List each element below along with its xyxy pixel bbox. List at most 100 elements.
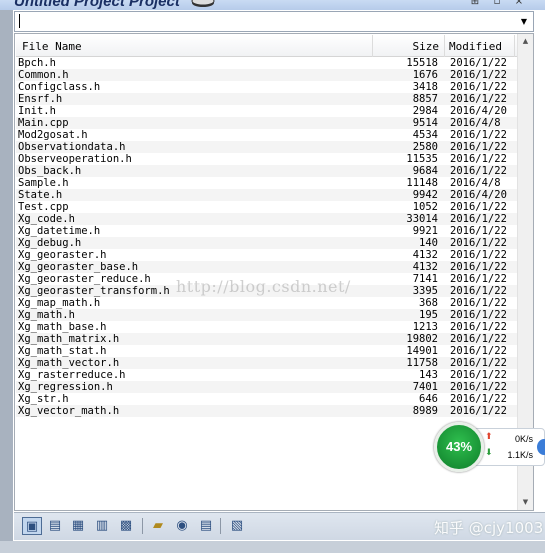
file-size-cell: 19802 xyxy=(406,333,438,345)
watermark: http://blog.csdn.net/ xyxy=(176,277,351,296)
file-modified-cell: 2016/1/22 xyxy=(450,381,507,393)
file-name-cell: Xg_georaster.h xyxy=(18,249,107,261)
percent-badge[interactable]: 43% xyxy=(434,422,484,472)
auto-hide-icon[interactable]: ▫ xyxy=(490,0,504,8)
file-name-cell: Mod2gosat.h xyxy=(18,129,88,141)
file-size-cell: 9684 xyxy=(412,165,438,177)
table-row[interactable]: Xg_datetime.h 9921 2016/1/22 xyxy=(16,225,518,237)
file-modified-cell: 2016/1/22 xyxy=(450,285,507,297)
table-row[interactable]: Xg_debug.h 140 2016/1/22 xyxy=(16,237,518,249)
file-rows: Bpch.h 15518 2016/1/22 Common.h 1676 2016/1/2… xyxy=(16,57,518,417)
scroll-up-icon[interactable]: ▲ xyxy=(518,34,533,49)
file-name-cell: State.h xyxy=(18,189,63,201)
file-modified-cell: 2016/1/22 xyxy=(450,153,507,165)
table-row[interactable]: Xg_georaster_base.h 4132 2016/1/22 xyxy=(16,261,518,273)
table-row[interactable]: Common.h 1676 2016/1/22 xyxy=(16,69,518,81)
table-row[interactable]: Main.cpp 9514 2016/4/8 xyxy=(16,117,518,129)
table-row[interactable]: Xg_math_vector.h 11758 2016/1/22 xyxy=(16,357,518,369)
file-modified-cell: 2016/4/8 xyxy=(450,177,501,189)
pin-icon[interactable]: ⊞ xyxy=(468,0,482,8)
table-row[interactable]: Xg_vector_math.h 8989 2016/1/22 xyxy=(16,405,518,417)
table-row[interactable]: Observationdata.h 2580 2016/1/22 xyxy=(16,141,518,153)
document-icon[interactable]: ▤ xyxy=(196,517,216,535)
credit-watermark: 知乎 @cjy1003 xyxy=(434,519,544,537)
table-row[interactable]: Xg_map_math.h 368 2016/1/22 xyxy=(16,297,518,309)
table-row[interactable]: Xg_math_stat.h 14901 2016/1/22 xyxy=(16,345,518,357)
properties-icon[interactable]: ▧ xyxy=(227,517,247,535)
file-name-cell: Xg_str.h xyxy=(18,393,69,405)
window-title: Untitled Project Project xyxy=(14,0,180,10)
column-header-modified[interactable]: Modified xyxy=(449,40,502,53)
file-size-cell: 1052 xyxy=(412,201,438,213)
table-row[interactable]: Xg_math_base.h 1213 2016/1/22 xyxy=(16,321,518,333)
file-modified-cell: 2016/4/20 xyxy=(450,189,507,201)
table-row[interactable]: Xg_regression.h 7401 2016/1/22 xyxy=(16,381,518,393)
file-size-cell: 4132 xyxy=(412,261,438,273)
table-row[interactable]: Xg_str.h 646 2016/1/22 xyxy=(16,393,518,405)
add-file-icon[interactable]: ◉ xyxy=(172,517,192,535)
table-row[interactable]: State.h 9942 2016/4/20 xyxy=(16,189,518,201)
file-size-cell: 368 xyxy=(419,297,438,309)
download-speed: 1.1K/s xyxy=(507,450,533,460)
table-row[interactable]: Xg_code.h 33014 2016/1/22 xyxy=(16,213,518,225)
file-size-cell: 33014 xyxy=(406,213,438,225)
widget-expand-button[interactable] xyxy=(537,439,545,455)
scroll-down-icon[interactable]: ▼ xyxy=(518,495,533,510)
file-modified-cell: 2016/4/20 xyxy=(450,105,507,117)
file-name-cell: Ensrf.h xyxy=(18,93,63,105)
file-modified-cell: 2016/1/22 xyxy=(450,129,507,141)
list-icon[interactable]: ▤ xyxy=(45,517,65,535)
file-modified-cell: 2016/1/22 xyxy=(450,69,507,81)
table-row[interactable]: Sample.h 11148 2016/4/8 xyxy=(16,177,518,189)
table-row[interactable]: Obs_back.h 9684 2016/1/22 xyxy=(16,165,518,177)
left-frame xyxy=(0,10,13,553)
table-row[interactable]: Xg_georaster.h 4132 2016/1/22 xyxy=(16,249,518,261)
upload-speed: 0K/s xyxy=(514,434,533,444)
table-row[interactable]: Configclass.h 3418 2016/1/22 xyxy=(16,81,518,93)
close-icon[interactable]: × xyxy=(512,0,526,8)
column-separator[interactable] xyxy=(372,35,373,57)
column-separator[interactable] xyxy=(514,35,515,57)
file-size-cell: 8857 xyxy=(412,93,438,105)
table-row[interactable]: Mod2gosat.h 4534 2016/1/22 xyxy=(16,129,518,141)
toolbar-separator xyxy=(220,518,221,534)
file-name-cell: Xg_math.h xyxy=(18,309,75,321)
file-name-cell: Observeoperation.h xyxy=(18,153,132,165)
column-header-size[interactable]: Size xyxy=(374,40,440,53)
file-size-cell: 11148 xyxy=(406,177,438,189)
file-modified-cell: 2016/1/22 xyxy=(450,321,507,333)
file-modified-cell: 2016/1/22 xyxy=(450,57,507,69)
table-row[interactable]: Bpch.h 15518 2016/1/22 xyxy=(16,57,518,69)
table-row[interactable]: Ensrf.h 8857 2016/1/22 xyxy=(16,93,518,105)
open-folder-icon[interactable]: ▰ xyxy=(148,517,168,535)
file-name-cell: Sample.h xyxy=(18,177,69,189)
filter-combobox[interactable]: ▼ xyxy=(14,11,534,32)
file-modified-cell: 2016/1/22 xyxy=(450,81,507,93)
file-name-cell: Xg_code.h xyxy=(18,213,75,225)
file-size-cell: 140 xyxy=(419,237,438,249)
table-row[interactable]: Xg_rasterreduce.h 143 2016/1/22 xyxy=(16,369,518,381)
book-icon[interactable]: ▥ xyxy=(92,517,112,535)
file-size-cell: 1213 xyxy=(412,321,438,333)
net-speed-widget[interactable]: 43% ⬆ ⬇ 0K/s 1.1K/s xyxy=(433,422,545,472)
file-name-cell: Xg_georaster_reduce.h xyxy=(18,273,151,285)
file-name-cell: Xg_regression.h xyxy=(18,381,113,393)
classes-icon[interactable]: ▩ xyxy=(116,517,136,535)
table-row[interactable]: Xg_math_matrix.h 19802 2016/1/22 xyxy=(16,333,518,345)
column-separator[interactable] xyxy=(444,35,445,57)
file-modified-cell: 2016/1/22 xyxy=(450,393,507,405)
file-modified-cell: 2016/1/22 xyxy=(450,405,507,417)
table-row[interactable]: Init.h 2984 2016/4/20 xyxy=(16,105,518,117)
table-row[interactable]: Xg_math.h 195 2016/1/22 xyxy=(16,309,518,321)
file-size-cell: 4132 xyxy=(412,249,438,261)
symbols-icon[interactable]: ▦ xyxy=(68,517,88,535)
column-header-file-name[interactable]: File Name xyxy=(22,40,82,53)
file-modified-cell: 2016/1/22 xyxy=(450,333,507,345)
file-view-icon[interactable]: ▣ xyxy=(22,517,42,535)
file-size-cell: 15518 xyxy=(406,57,438,69)
dropdown-arrow-icon[interactable]: ▼ xyxy=(517,12,531,31)
table-row[interactable]: Observeoperation.h 11535 2016/1/22 xyxy=(16,153,518,165)
file-name-cell: Xg_georaster_base.h xyxy=(18,261,139,273)
table-row[interactable]: Test.cpp 1052 2016/1/22 xyxy=(16,201,518,213)
file-name-cell: Xg_math_base.h xyxy=(18,321,107,333)
